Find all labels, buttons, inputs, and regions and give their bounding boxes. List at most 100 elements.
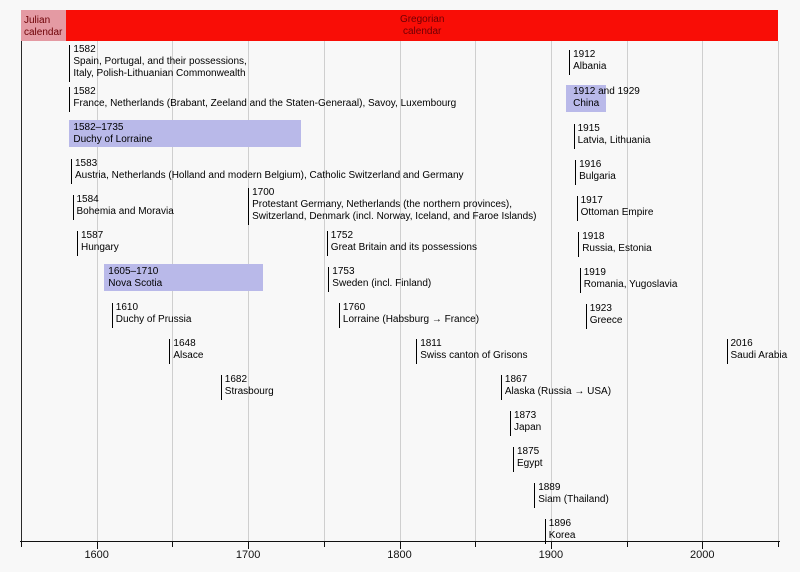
timeline-entry: 1875Egypt bbox=[513, 446, 543, 470]
entry-year-tick bbox=[248, 188, 249, 225]
gridline-1750 bbox=[324, 41, 325, 541]
timeline-entry: 1873Japan bbox=[510, 410, 541, 434]
timeline-entry: 1912 and 1929China bbox=[569, 86, 640, 110]
entry-year-label: 1918 bbox=[582, 231, 651, 243]
entry-region-label: Romania, Yugoslavia bbox=[584, 279, 678, 291]
entry-year-tick bbox=[574, 124, 575, 149]
entry-text: 1700Protestant Germany, Netherlands (the… bbox=[252, 187, 536, 223]
entry-text: 1682Strasbourg bbox=[225, 374, 274, 398]
axis-minor-tick-1850 bbox=[475, 542, 476, 547]
julian-calendar-band: Julian calendar bbox=[21, 10, 66, 41]
entry-year-tick bbox=[545, 519, 546, 544]
entry-year-label: 1582 bbox=[73, 86, 456, 98]
entry-year-label: 1587 bbox=[81, 230, 119, 242]
entry-year-label: 1648 bbox=[173, 338, 203, 350]
entry-text: 1582Spain, Portugal, and their possessio… bbox=[73, 44, 246, 80]
entry-text: 1582France, Netherlands (Brabant, Zeelan… bbox=[73, 86, 456, 110]
entry-region-label: Latvia, Lithuania bbox=[578, 135, 651, 147]
entry-year-tick bbox=[221, 375, 222, 400]
axis-minor-tick-2050 bbox=[778, 542, 779, 547]
entry-region-label: Swiss canton of Grisons bbox=[420, 350, 527, 362]
entry-region-label: Albania bbox=[573, 61, 606, 73]
gregorian-calendar-band: Gregorian calendar bbox=[66, 10, 778, 41]
entry-year-tick bbox=[580, 268, 581, 293]
gridline-2000 bbox=[702, 41, 703, 541]
entry-text: 1912 and 1929China bbox=[573, 86, 640, 110]
entry-text: 1760Lorraine (Habsburg → France) bbox=[343, 302, 479, 326]
entry-text: 1873Japan bbox=[514, 410, 541, 434]
entry-year-label: 1582–1735 bbox=[73, 122, 301, 134]
entry-year-label: 1873 bbox=[514, 410, 541, 422]
entry-year-label: 1912 bbox=[573, 49, 606, 61]
timeline-entry: 1753Sweden (incl. Finland) bbox=[328, 266, 431, 290]
entry-year-label: 1917 bbox=[581, 195, 654, 207]
entry-year-tick bbox=[328, 267, 329, 292]
entry-year-tick bbox=[71, 159, 72, 184]
gridline-1800 bbox=[400, 41, 401, 541]
entry-year-tick bbox=[339, 303, 340, 328]
entry-region-label: France, Netherlands (Brabant, Zeeland an… bbox=[73, 98, 456, 110]
gridline-1850 bbox=[475, 41, 476, 541]
axis-major-tick-1900 bbox=[551, 542, 552, 549]
axis-major-tick-1700 bbox=[248, 542, 249, 549]
entry-text: 1916Bulgaria bbox=[579, 159, 616, 183]
entry-year-tick bbox=[578, 232, 579, 257]
entry-region-label: China bbox=[573, 98, 640, 110]
entry-text: 1583Austria, Netherlands (Holland and mo… bbox=[75, 158, 464, 182]
gridline-2050 bbox=[778, 41, 779, 541]
entry-year-tick bbox=[510, 411, 511, 436]
entry-year-tick bbox=[77, 231, 78, 256]
entry-year-label: 1605–1710 bbox=[108, 266, 263, 278]
entry-region-label: Strasbourg bbox=[225, 386, 274, 398]
entry-year-label: 1896 bbox=[549, 518, 576, 530]
timeline-entry: 1916Bulgaria bbox=[575, 159, 616, 183]
axis-tick-label-1600: 1600 bbox=[75, 549, 119, 561]
entry-region-label: Italy, Polish-Lithuanian Commonwealth bbox=[73, 68, 246, 80]
entry-text: 1915Latvia, Lithuania bbox=[578, 123, 651, 147]
timeline-entry: 1700Protestant Germany, Netherlands (the… bbox=[248, 187, 536, 223]
entry-region-label: Alsace bbox=[173, 350, 203, 362]
entry-year-label: 2016 bbox=[731, 338, 788, 350]
entry-year-label: 1682 bbox=[225, 374, 274, 386]
entry-text: 1584Bohemia and Moravia bbox=[77, 194, 174, 218]
timeline-entry: 2016Saudi Arabia bbox=[727, 338, 788, 362]
entry-text: 1896Korea bbox=[549, 518, 576, 542]
entry-text: 1889Siam (Thailand) bbox=[538, 482, 609, 506]
entry-year-tick bbox=[501, 375, 502, 400]
timeline-entry: 1760Lorraine (Habsburg → France) bbox=[339, 302, 479, 326]
entry-year-label: 1753 bbox=[332, 266, 431, 278]
entry-year-label: 1923 bbox=[590, 303, 623, 315]
entry-text: 1610Duchy of Prussia bbox=[116, 302, 192, 326]
timeline-entry: 1682Strasbourg bbox=[221, 374, 274, 398]
axis-major-tick-2000 bbox=[702, 542, 703, 549]
entry-year-label: 1912 and 1929 bbox=[573, 86, 640, 98]
timeline-entry: 1915Latvia, Lithuania bbox=[574, 123, 651, 147]
entry-text: 1867Alaska (Russia → USA) bbox=[505, 374, 611, 398]
entry-text: 1923Greece bbox=[590, 303, 623, 327]
timeline-entry: 1919Romania, Yugoslavia bbox=[580, 267, 678, 291]
timeline-entry: 1584Bohemia and Moravia bbox=[73, 194, 174, 218]
entry-region-label: Siam (Thailand) bbox=[538, 494, 609, 506]
entry-region-label: Greece bbox=[590, 315, 623, 327]
entry-region-label: Duchy of Lorraine bbox=[73, 134, 301, 146]
entry-region-label: Protestant Germany, Netherlands (the nor… bbox=[252, 199, 536, 211]
entry-region-label: Japan bbox=[514, 422, 541, 434]
timeline-entry: 1867Alaska (Russia → USA) bbox=[501, 374, 611, 398]
entry-region-label: Duchy of Prussia bbox=[116, 314, 192, 326]
axis-tick-label-1800: 1800 bbox=[378, 549, 422, 561]
timeline-entry: 1917Ottoman Empire bbox=[577, 195, 654, 219]
entry-text: 1917Ottoman Empire bbox=[581, 195, 654, 219]
entry-year-tick bbox=[569, 50, 570, 75]
gridline-1650 bbox=[172, 41, 173, 541]
gridline-1900 bbox=[551, 41, 552, 541]
entry-region-label: Egypt bbox=[517, 458, 543, 470]
gridline-1600 bbox=[97, 41, 98, 541]
entry-year-label: 1811 bbox=[420, 338, 527, 350]
entry-year-tick bbox=[73, 195, 74, 220]
axis-major-tick-1800 bbox=[400, 542, 401, 549]
entry-year-label: 1582 bbox=[73, 44, 246, 56]
gridline-1950 bbox=[627, 41, 628, 541]
entry-text: 1752Great Britain and its possessions bbox=[331, 230, 477, 254]
timeline-entry: 1912Albania bbox=[569, 49, 606, 73]
timeline-entry: 1587Hungary bbox=[77, 230, 119, 254]
